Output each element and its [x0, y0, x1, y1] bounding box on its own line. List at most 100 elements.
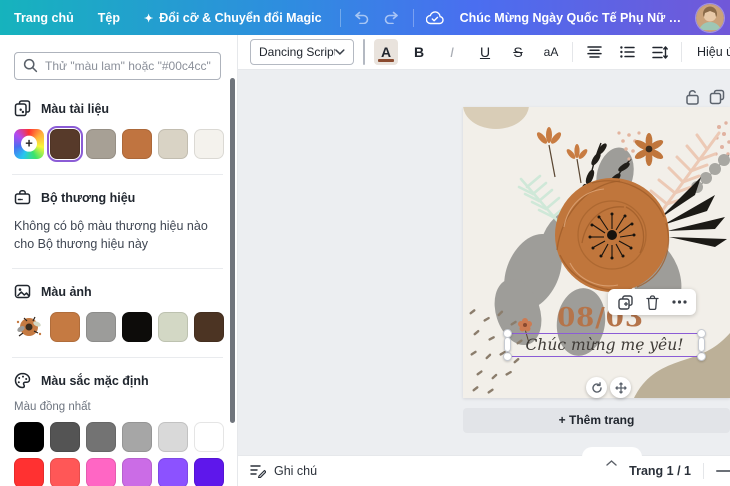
text-case-button[interactable]: aA: [539, 39, 563, 65]
text-color-button[interactable]: A: [374, 39, 398, 65]
effects-button[interactable]: Hiệu ứng: [691, 45, 730, 59]
color-swatch[interactable]: [122, 129, 152, 159]
color-swatch[interactable]: [86, 458, 116, 486]
panel-expand-tab[interactable]: [582, 447, 642, 457]
color-swatch[interactable]: [122, 422, 152, 452]
sparkle-icon: ✦: [144, 13, 153, 25]
zoom-slider[interactable]: [716, 470, 730, 472]
color-swatch[interactable]: [194, 458, 224, 486]
magic-resize-button[interactable]: ✦Đổi cỡ & Chuyển đổi Magic: [132, 11, 334, 25]
line-spacing-button[interactable]: [648, 39, 672, 65]
color-swatch[interactable]: [14, 458, 44, 486]
duplicate-page-button[interactable]: [709, 89, 725, 105]
divider: [12, 174, 223, 175]
workspace: 08/03 Chúc mừng mẹ yêu!: [238, 70, 730, 455]
color-swatch[interactable]: [50, 458, 80, 486]
color-swatch[interactable]: [194, 422, 224, 452]
file-menu-button[interactable]: Tệp: [86, 11, 132, 25]
font-family-select[interactable]: Dancing Script: [250, 39, 354, 65]
chevron-down-icon: [335, 49, 345, 55]
divider: [572, 42, 573, 62]
delete-icon[interactable]: [646, 295, 659, 310]
color-panel: Màu tài liệu Bộ thương hiệu Không có bộ …: [0, 35, 238, 486]
italic-button[interactable]: I: [440, 39, 464, 65]
text-toolbar: Dancing Script − 56 + A B I U S aA Hiệu …: [238, 35, 730, 70]
canva-editor: Trang chủ Tệp ✦Đổi cỡ & Chuyển đổi Magic…: [0, 0, 730, 486]
color-swatch[interactable]: [194, 312, 224, 342]
photo-colors-icon: [14, 283, 31, 300]
color-swatch-row: [14, 458, 221, 486]
color-swatch[interactable]: [194, 129, 224, 159]
color-swatch[interactable]: [158, 312, 188, 342]
notes-icon: [250, 464, 266, 478]
color-swatch[interactable]: [158, 422, 188, 452]
divider: [703, 463, 704, 479]
lock-button[interactable]: [685, 89, 701, 105]
color-swatch[interactable]: [158, 458, 188, 486]
resize-handle-e[interactable]: [698, 337, 705, 352]
font-size-decrease-button[interactable]: −: [364, 40, 365, 64]
divider: [12, 357, 223, 358]
chevron-up-icon[interactable]: [606, 460, 617, 466]
color-swatch[interactable]: [158, 129, 188, 159]
brand-empty-text: Không có bộ màu thương hiệu nào cho Bộ t…: [14, 217, 221, 253]
photo-colors-header: Màu ảnh: [14, 283, 221, 300]
default-colors-grid: [14, 422, 221, 486]
solid-colors-label: Màu đồng nhất: [14, 401, 221, 413]
page-indicator[interactable]: Trang 1 / 1: [629, 464, 691, 478]
default-colors-header: Màu sắc mặc định: [14, 372, 221, 389]
avatar[interactable]: [696, 4, 724, 32]
add-page-button[interactable]: + Thêm trang: [463, 408, 730, 433]
add-color-button[interactable]: [14, 129, 44, 159]
brand-kit-header: Bộ thương hiệu: [14, 189, 221, 206]
duplicate-icon[interactable]: [618, 295, 633, 310]
text-align-button[interactable]: [582, 39, 606, 65]
color-swatch[interactable]: [122, 458, 152, 486]
notes-button[interactable]: Ghi chú: [250, 464, 317, 478]
photo-colors-row: [14, 312, 221, 342]
top-bar: Trang chủ Tệp ✦Đổi cỡ & Chuyển đổi Magic…: [0, 0, 730, 35]
redo-button[interactable]: [377, 6, 407, 30]
bottom-bar: Ghi chú Trang 1 / 1: [238, 455, 730, 486]
move-handle[interactable]: [610, 377, 631, 398]
color-swatch[interactable]: [50, 312, 80, 342]
divider: [681, 42, 682, 62]
undo-button[interactable]: [347, 6, 377, 30]
font-size-stepper: − 56 +: [363, 39, 365, 65]
element-mini-toolbar: [608, 289, 696, 315]
document-colors-row: [14, 129, 221, 159]
bullet-list-button[interactable]: [615, 39, 639, 65]
color-swatch[interactable]: [86, 312, 116, 342]
greeting-text[interactable]: Chúc mừng mẹ yêu!: [526, 336, 684, 354]
resize-handle-sw[interactable]: [503, 352, 512, 361]
resize-handle-se[interactable]: [697, 352, 706, 361]
more-icon[interactable]: [672, 300, 687, 304]
search-icon: [23, 58, 38, 78]
brand-kit-icon: [14, 189, 31, 206]
palette-icon: [14, 372, 31, 389]
sidebar-scrollbar[interactable]: [230, 78, 235, 423]
strikethrough-button[interactable]: S: [506, 39, 530, 65]
color-swatch[interactable]: [86, 422, 116, 452]
color-swatch-row: [14, 422, 221, 452]
bold-button[interactable]: B: [407, 39, 431, 65]
color-swatch[interactable]: [122, 312, 152, 342]
resize-handle-w[interactable]: [504, 337, 511, 352]
home-button[interactable]: Trang chủ: [14, 11, 86, 25]
divider: [413, 9, 414, 27]
rotate-handle[interactable]: [586, 377, 607, 398]
cloud-save-status-icon[interactable]: [420, 6, 450, 30]
design-page[interactable]: 08/03 Chúc mừng mẹ yêu!: [463, 107, 730, 398]
divider: [12, 268, 223, 269]
selected-text-box[interactable]: Chúc mừng mẹ yêu!: [507, 333, 702, 357]
text-color-indicator: [378, 59, 394, 63]
color-swatch[interactable]: [50, 422, 80, 452]
photo-thumbnail[interactable]: [14, 312, 44, 342]
color-swatch[interactable]: [50, 129, 80, 159]
color-swatch[interactable]: [14, 422, 44, 452]
document-colors-icon: [14, 100, 31, 117]
color-swatch[interactable]: [86, 129, 116, 159]
search-input[interactable]: [14, 52, 221, 80]
design-title[interactable]: Chúc Mừng Ngày Quốc Tế Phụ Nữ 8/3, Minh …: [450, 11, 696, 25]
underline-button[interactable]: U: [473, 39, 497, 65]
